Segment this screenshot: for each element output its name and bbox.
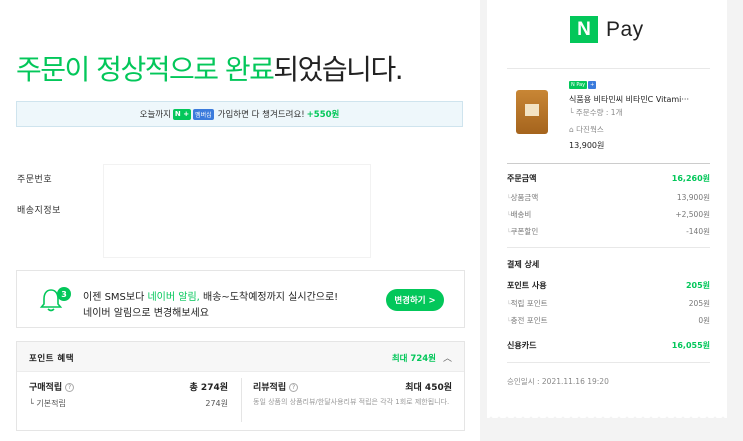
earned-point-value: 205원 (688, 299, 710, 308)
product-amount-label: 상품금액 (507, 192, 539, 203)
product-price: 13,900원 (569, 141, 605, 150)
point-benefit-max: 최대 724원 (391, 354, 436, 364)
shipping-info-label: 배송지정보 (17, 206, 61, 216)
credit-card-label: 신용카드 (507, 341, 537, 350)
title-highlight: 주문이 정상적으로 완료 (16, 53, 275, 86)
membership-promo-banner[interactable]: 오늘까지 N + 멤버십 가입하면 다 챙겨드려요! +550원 (16, 101, 463, 127)
promo-prefix: 오늘까지 (139, 110, 171, 120)
title-rest: 되었습니다. (273, 53, 403, 86)
notification-count-badge: 3 (57, 287, 71, 301)
divider (241, 378, 242, 422)
product-quantity-text: 주문수량 : 1개 (575, 108, 623, 117)
payment-detail-label: 결제 상세 (507, 260, 540, 269)
alert-line1-suffix: 배송~도착예정까지 실시간으로! (199, 292, 339, 303)
charge-point-label: 충전 포인트 (507, 315, 548, 326)
alert-line1-highlight: 네이버 알림, (147, 292, 200, 303)
shipping-fee-label: 배송비 (507, 209, 532, 220)
review-points-title: 리뷰적립? (253, 380, 299, 393)
alert-line1-prefix: 이젠 SMS보다 (83, 292, 148, 303)
coupon-value: -140원 (686, 227, 710, 236)
naver-n-icon: N (570, 16, 598, 43)
point-use-value: 205원 (685, 281, 710, 290)
basic-points-value: 274원 (205, 399, 228, 408)
purchase-points-total: 총 274원 (189, 383, 228, 393)
shipping-fee-value: +2,500원 (675, 210, 710, 219)
product-bag-image (516, 90, 548, 134)
page-title: 주문이 정상적으로 완료되었습니다. (16, 48, 404, 88)
promo-points: +550원 (306, 110, 340, 120)
approval-datetime: 승인일시 : 2021.11.16 19:20 (507, 377, 609, 386)
order-number-label: 주문번호 (17, 175, 53, 185)
store-name-text: 다진웍스 (576, 125, 604, 134)
basic-points-label: └ 기본적립 (29, 399, 66, 408)
alert-line2: 네이버 알림으로 변경해보세요 (83, 308, 209, 319)
help-icon[interactable]: ? (65, 383, 75, 392)
promo-text: 가입하면 다 챙겨드려요! (217, 110, 305, 120)
purchase-points-label: 구매적립 (29, 383, 63, 393)
naver-plus-badge: N + (172, 108, 192, 120)
divider (507, 247, 710, 248)
divider (507, 68, 710, 69)
order-info-box (103, 164, 371, 258)
earned-point-label: 적립 포인트 (507, 298, 548, 309)
membership-badge: 멤버십 (193, 108, 214, 120)
point-benefit-header[interactable]: 포인트 혜택 최대 724원 ︿ (17, 342, 464, 372)
order-amount-label: 주문금액 (507, 174, 537, 183)
npay-tag: N Pay (569, 81, 588, 89)
store-name[interactable]: ⌂ 다진웍스 (569, 124, 604, 135)
basic-points-text: 기본적립 (36, 399, 66, 408)
review-points-max: 최대 450원 (405, 383, 452, 393)
point-benefit-title: 포인트 혜택 (29, 354, 75, 364)
product-tags: N Pay + (569, 81, 597, 89)
naver-alarm-banner: 3 이젠 SMS보다 네이버 알림, 배송~도착예정까지 실시간으로! 네이버 … (16, 270, 465, 328)
naver-pay-logo: N Pay (570, 16, 644, 43)
purchase-points-title: 구매적립? (29, 380, 75, 393)
divider (507, 163, 710, 164)
product-quantity: └ 주문수량 : 1개 (569, 108, 623, 117)
review-points-note: 동일 상품의 상품리뷰/한달사용리뷰 적립은 각각 1회로 제한됩니다. (253, 398, 450, 406)
product-name[interactable]: 식품용 비타민씨 비타민C Vitami··· (569, 94, 689, 105)
review-points-label: 리뷰적립 (253, 383, 287, 393)
coupon-label: 쿠폰할인 (507, 226, 539, 237)
change-alarm-button[interactable]: 변경하기 > (386, 289, 444, 311)
pay-text: Pay (606, 17, 644, 41)
credit-card-value: 16,055원 (671, 341, 710, 350)
point-use-label: 포인트 사용 (507, 281, 547, 290)
divider (507, 362, 710, 363)
chevron-up-icon[interactable]: ︿ (443, 351, 452, 364)
point-benefit-card: 포인트 혜택 최대 724원 ︿ 구매적립? 총 274원 └ 기본적립 274… (16, 341, 465, 431)
alert-line1: 이젠 SMS보다 네이버 알림, 배송~도착예정까지 실시간으로! (83, 288, 338, 303)
plus-tag: + (588, 81, 597, 89)
order-amount-value: 16,260원 (671, 174, 710, 183)
product-amount-value: 13,900원 (676, 193, 710, 202)
help-icon[interactable]: ? (289, 383, 299, 392)
charge-point-value: 0원 (698, 316, 710, 325)
